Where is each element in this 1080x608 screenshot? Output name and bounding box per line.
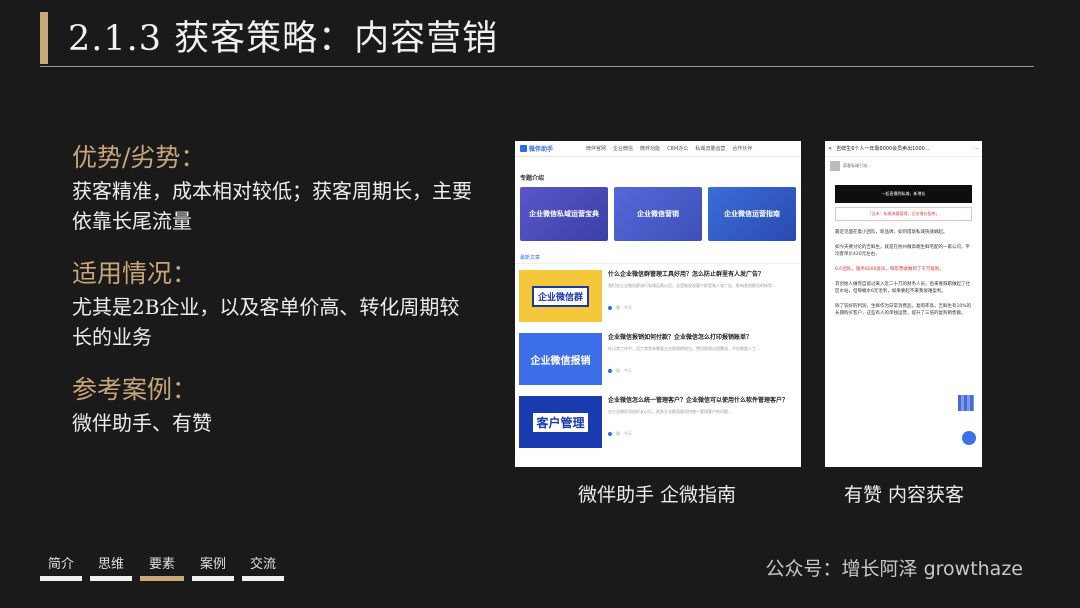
floating-action-icon [962,431,976,445]
weiban-article-author: 慢 [616,368,620,373]
footer-nav-item-cases[interactable]: 案例 [192,553,234,581]
youzan-author-text: 获客私域引流... [843,163,871,168]
section-body-examples: 微伴助手、有赞 [72,411,212,435]
weiban-topic-card: 企业微信营销 [614,187,702,241]
weiban-article-thumb-text: 企业微信报销 [530,355,591,367]
section-heading-pros-cons: 优势/劣势： [72,143,206,172]
youzan-paragraph: 最近见面在着小团队，新品牌，如何借助私域快速崛起。 [835,230,948,235]
weiban-article-title: 企业微信报销如何付款？企业微信怎么打印报销账单？ [608,334,753,341]
youzan-author-row: 获客私域引流... [825,157,982,175]
author-avatar-icon [608,432,612,436]
footer-nav-item-elements[interactable]: 要素 [140,553,184,581]
weiban-article-thumb-text: 企业微信群 [531,285,589,307]
footer-nav: 简介 思维 要素 案例 交流 [40,553,284,581]
section-heading-use-cases: 适用情况： [72,259,198,288]
weiban-article-desc: 在日常工作中，员工常常有需要企业报销的地方。费用报销过程繁琐，不仅需要人工... [608,346,760,351]
youzan-paragraph: 除了较好的利润，生鲜作为日常消费品，复购率高，吉鲜生有10%的长期购买客户，这些… [835,304,971,316]
weiban-article-desc: 我们在企业微信群进行私域运营以后，总是能发现客户群里有人发广告，影响其他群员的体… [608,283,776,288]
weiban-nav-item: 微伴功能 [640,146,661,152]
youzan-article-screenshot: ✕ 吉鲜生6个人一年靠6000会员卖出1000... ⋯ 获客私域引流... 一… [825,141,982,467]
weiban-article: 企业微信群 什么企业微信群管理工具好用？怎么防止群里有人发广告？ 我们在企业微信… [515,264,801,327]
youzan-paragraph-highlight: 6人团队，服务6000会员，每年营收做到了千万级别。 [835,267,944,272]
avatar [830,161,840,171]
footer-nav-label: 要素 [148,557,175,572]
youzan-quote: 「丑末：私域流量管理，企业增长智库」 [835,207,972,221]
weiban-logo: 微伴助手 [520,144,553,153]
weiban-nav: 微伴助手 微伴官网 企业微信 微伴功能 CRM办公 私域流量运营 合作伙伴 [515,141,801,157]
weiban-nav-item: CRM办公 [667,146,689,152]
weiban-article-title: 什么企业微信群管理工具好用？怎么防止群里有人发广告？ [608,271,765,278]
weiban-latest-label: 最新文章 [515,246,801,264]
weiban-article-meta: 慢 今天 [608,305,796,311]
footer-nav-label: 简介 [47,557,74,572]
section-body-pros-cons: 获客精准，成本相对较低；获客周期长，主要依靠长尾流量 [72,179,472,233]
footer-nav-label: 案例 [199,557,226,572]
weiban-article-thumb-text: 客户管理 [533,412,588,432]
weiban-article-author: 慢 [616,431,620,436]
weiban-logo-icon [520,145,527,152]
youzan-article-title: 吉鲜生6个人一年靠6000会员卖出1000... [836,146,930,152]
footer-nav-bar [90,576,132,581]
weiban-article-thumb: 企业微信报销 [519,333,602,385]
caption-youzan: 有赞 内容获客 [844,484,965,506]
weiban-article-date: 今天 [624,431,632,436]
weiban-article: 企业微信报销 企业微信报销如何付款？企业微信怎么打印报销账单？ 在日常工作中，员… [515,327,801,390]
author-avatar-icon [608,306,612,310]
brand-footer: 公众号：增长阿泽 growthaze [765,558,1023,580]
author-avatar-icon [608,369,612,373]
footer-nav-item-thinking[interactable]: 思维 [90,553,132,581]
caption-weiban: 微伴助手 企微指南 [578,484,737,506]
more-icon: ⋯ [974,145,979,152]
weiban-article-thumb: 企业微信群 [519,270,602,322]
qr-code-icon [958,395,974,411]
weiban-article-thumb: 客户管理 [519,396,602,448]
youzan-article-header: ✕ 吉鲜生6个人一年靠6000会员卖出1000... ⋯ [825,141,982,157]
weiban-nav-item: 私域流量运营 [695,146,726,152]
close-icon: ✕ [828,145,833,152]
weiban-nav-item: 企业微信 [613,146,634,152]
section-body-use-cases: 尤其是2B企业，以及客单价高、转化周期较长的业务 [72,295,460,349]
weiban-article: 客户管理 企业微信怎么统一管理客户？企业微信可以使用什么软件管理客户？ 在企业微… [515,390,801,453]
footer-nav-bar [242,576,284,581]
weiban-topic-card: 企业微信私域运营宝典 [520,187,608,241]
weiban-article-author: 慢 [616,305,620,310]
youzan-banner: 一起直播到私域，新增长 [835,185,972,203]
footer-nav-bar [192,576,234,581]
weiban-topics-label: 专题介绍 [520,175,545,182]
footer-nav-item-exchange[interactable]: 交流 [242,553,284,581]
footer-nav-label: 思维 [97,557,124,572]
weiban-topic-cards: 企业微信私域运营宝典 企业微信营销 企业微信运营指南 [515,182,801,246]
weiban-article-meta: 慢 今天 [608,431,796,437]
title-accent-bar [40,12,48,64]
footer-nav-item-intro[interactable]: 简介 [40,553,82,581]
weiban-article-date: 今天 [624,305,632,310]
weiban-article-desc: 在企业微信添加好友以后，很多企业都面临如何统一管理客户的问题... [608,409,732,414]
weiban-nav-item: 合作伙伴 [732,146,753,152]
weiban-article-date: 今天 [624,368,632,373]
weiban-website-screenshot: 微伴助手 微伴官网 企业微信 微伴功能 CRM办公 私域流量运营 合作伙伴 专题… [515,141,801,467]
title-divider [40,66,1034,67]
weiban-article-title: 企业微信怎么统一管理客户？企业微信可以使用什么软件管理客户？ [608,397,789,404]
footer-nav-bar [40,576,82,581]
footer-nav-label: 交流 [249,557,276,572]
page-title: 2.1.3 获客策略：内容营销 [68,19,499,59]
youzan-paragraph: 如今天要讨论的吉鲜生，就是在杭州做高端生鲜宅配的一家公司，平均客单价420元左右… [835,245,970,257]
footer-nav-bar-active [140,576,184,581]
weiban-article-meta: 慢 今天 [608,368,796,374]
weiban-topic-card: 企业微信运营指南 [708,187,796,241]
weiban-logo-text: 微伴助手 [529,146,554,153]
section-heading-examples: 参考案例： [72,375,198,404]
strategy-summary: 优势/劣势： 获客精准，成本相对较低；获客周期长，主要依靠长尾流量 适用情况： … [72,142,472,460]
weiban-nav-item: 微伴官网 [586,146,607,152]
youzan-paragraph: 其创始人做完自留过来入近二十万的财务人员，后来要辞职做起了社区水站，但每桶水6元… [835,282,970,294]
